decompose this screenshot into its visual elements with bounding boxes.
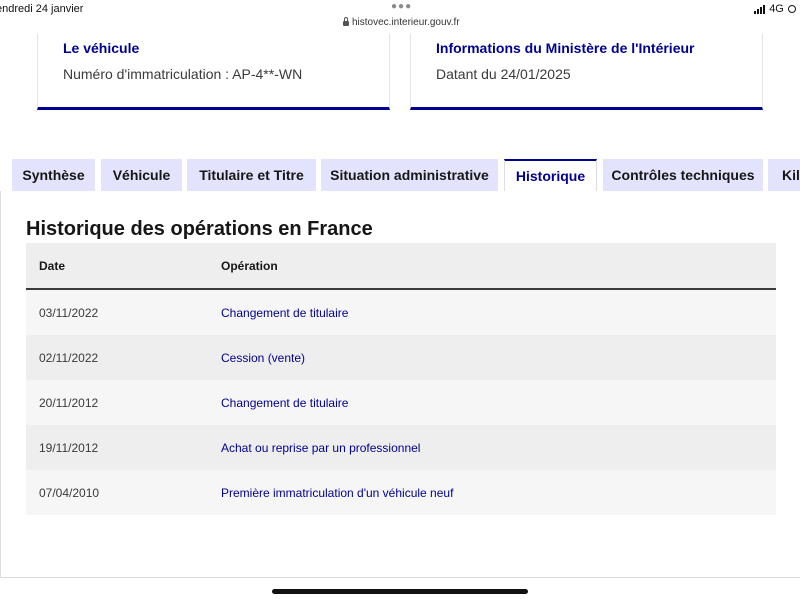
status-bar: endredi 24 janvier ●●● histovec.interieu… [0,0,800,34]
status-indicators: 4G 6 [754,3,800,15]
row-date: 03/11/2022 [39,306,99,320]
address-url: histovec.interieur.gouv.fr [352,17,460,28]
row-date: 07/04/2010 [39,486,100,500]
row-operation[interactable]: Première immatriculation d'un véhicule n… [221,486,453,500]
home-indicator[interactable] [272,589,528,594]
registration-number: Numéro d'immatriculation : AP-4**-WN [63,66,303,82]
history-panel: Historique des opérations en France Date… [0,191,800,578]
tab-titulaire-titre[interactable]: Titulaire et Titre [187,159,316,191]
table-header: Date Opération [26,243,776,290]
status-date: endredi 24 janvier [0,3,84,15]
table-row: 02/11/2022 Cession (vente) [26,335,776,380]
tab-controles-techniques[interactable]: Contrôles techniques [603,159,763,191]
row-operation[interactable]: Achat ou reprise par un professionnel [221,441,420,455]
row-operation[interactable]: Cession (vente) [221,351,305,365]
address-bar[interactable]: histovec.interieur.gouv.fr [343,17,460,28]
data-date: Datant du 24/01/2025 [436,66,571,82]
tab-situation-administrative[interactable]: Situation administrative [321,159,498,191]
orientation-lock-icon [787,5,796,13]
tab-kilometrage[interactable]: Kilométrage [768,159,800,191]
lock-icon [343,17,349,26]
column-header-date: Date [39,259,66,273]
table-body: 03/11/2022 Changement de titulaire 02/11… [26,290,776,515]
history-table: Date Opération 03/11/2022 Changement de … [26,243,776,515]
column-header-operation: Opération [221,259,278,273]
row-date: 02/11/2022 [39,351,99,365]
table-row: 20/11/2012 Changement de titulaire [26,380,776,425]
tab-synthese[interactable]: Synthèse [12,159,95,191]
row-operation[interactable]: Changement de titulaire [221,396,348,410]
more-dots-icon[interactable]: ●●● [391,1,412,12]
tab-bar: Synthèse Véhicule Titulaire et Titre Sit… [0,159,800,191]
signal-icon [754,4,766,14]
vehicle-card-title: Le véhicule [63,40,140,56]
row-date: 19/11/2012 [39,441,99,455]
tab-vehicule[interactable]: Véhicule [101,159,182,191]
tab-historique[interactable]: Historique [504,159,597,191]
network-label: 4G [769,3,784,15]
ministry-card: Informations du Ministère de l'Intérieur… [410,34,763,110]
table-row: 07/04/2010 Première immatriculation d'un… [26,470,776,515]
ministry-card-title: Informations du Ministère de l'Intérieur [436,40,695,56]
vehicle-card: Le véhicule Numéro d'immatriculation : A… [37,34,390,110]
history-title: Historique des opérations en France [26,218,373,240]
row-operation[interactable]: Changement de titulaire [221,306,348,320]
table-row: 03/11/2022 Changement de titulaire [26,290,776,335]
table-row: 19/11/2012 Achat ou reprise par un profe… [26,425,776,470]
row-date: 20/11/2012 [39,396,99,410]
